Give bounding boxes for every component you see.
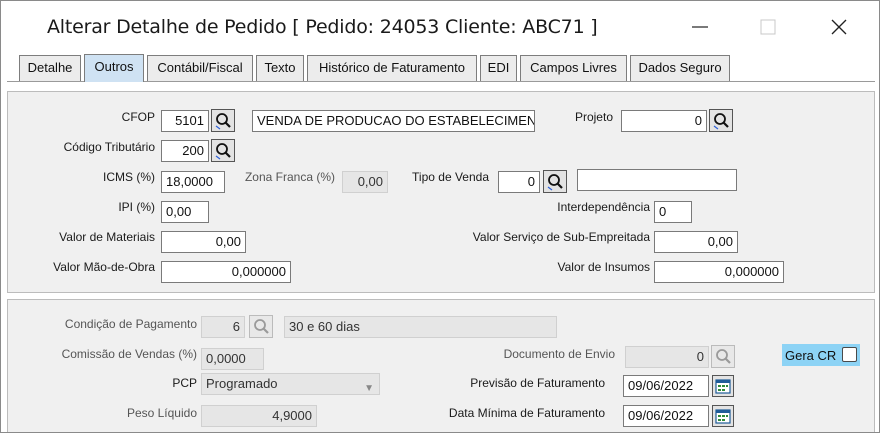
cfop-input[interactable]: 5101 [161,110,209,132]
cfop-description[interactable]: VENDA DE PRODUCAO DO ESTABELECIMENTO [252,110,535,132]
ipi-label: IPI (%) [118,200,155,214]
valor-materiais-label: Valor de Materiais [59,230,155,244]
valor-mao-obra-input[interactable]: 0,000000 [161,261,291,283]
documento-envio-search-button [711,345,735,368]
valor-insumos-label: Valor de Insumos [557,260,651,274]
data-minima-faturamento-label: Data Mínima de Faturamento [448,406,605,420]
codigo-tributario-label: Código Tributário [63,140,155,154]
search-icon [713,112,729,129]
tab-contabil-fiscal[interactable]: Contábil/Fiscal [147,55,253,81]
tab-historico-faturamento[interactable]: Histórico de Faturamento [307,55,477,81]
interdependencia-label: Interdependência [557,200,650,214]
chevron-down-icon: ▼ [364,383,374,394]
gera-cr-label: Gera CR [785,347,837,363]
icms-input[interactable]: 18,0000 [161,171,225,193]
projeto-input[interactable]: 0 [621,110,707,132]
peso-liquido-input: 4,9000 [201,405,317,427]
condicao-pagamento-label: Condição de Pagamento [64,317,197,331]
data-minima-faturamento-calendar-button[interactable] [712,405,734,427]
search-icon [254,318,269,334]
maximize-icon [760,19,776,35]
documento-envio-input: 0 [625,346,709,368]
tab-dados-seguro[interactable]: Dados Seguro [630,55,730,81]
close-button[interactable] [816,9,862,45]
pcp-selected-value: Programado [206,376,278,391]
zona-franca-label: Zona Franca (%) [244,170,335,184]
previsao-faturamento-calendar-button[interactable] [712,375,734,397]
minimize-button[interactable] [677,9,723,45]
tab-detalhe[interactable]: Detalhe [19,55,81,81]
condicao-pagamento-search-button [249,315,273,338]
condicao-pagamento-input: 6 [201,316,245,338]
tipo-venda-search-button[interactable] [543,170,567,193]
tab-outros[interactable]: Outros [84,54,144,82]
projeto-label: Projeto [574,110,613,124]
tipo-venda-description[interactable] [577,169,737,191]
pcp-label: PCP [172,376,197,390]
cfop-search-button[interactable] [211,109,235,132]
maximize-button[interactable] [745,9,791,45]
valor-mao-obra-label: Valor Mão-de-Obra [53,260,155,274]
search-icon [547,173,563,190]
order-detail-window: Alterar Detalhe de Pedido [ Pedido: 2405… [0,0,880,433]
tab-texto[interactable]: Texto [256,55,304,81]
gera-cr-checkbox[interactable]: Gera CR [782,344,860,366]
tab-campos-livres[interactable]: Campos Livres [520,55,627,81]
valor-servico-label: Valor Serviço de Sub-Empreitada [472,230,650,244]
tab-edi[interactable]: EDI [480,55,517,81]
tab-bar: Detalhe Outros Contábil/Fiscal Texto His… [7,54,875,82]
tipo-venda-input[interactable]: 0 [498,171,540,193]
search-icon [716,348,731,364]
minimize-icon [692,26,708,28]
peso-liquido-label: Peso Líquido [126,406,197,420]
calendar-icon [715,409,731,424]
codigo-tributario-input[interactable]: 200 [161,140,209,162]
condicao-pagamento-description: 30 e 60 dias [284,316,557,338]
previsao-faturamento-label: Previsão de Faturamento [470,376,605,390]
comissao-vendas-input: 0,0000 [201,348,264,370]
zona-franca-input: 0,00 [342,171,388,193]
data-minima-faturamento-input[interactable]: 09/06/2022 [623,405,709,427]
projeto-search-button[interactable] [709,109,733,132]
previsao-faturamento-input[interactable]: 09/06/2022 [623,375,709,397]
calendar-icon [715,379,731,394]
window-title: Alterar Detalhe de Pedido [ Pedido: 2405… [47,16,598,38]
comissao-vendas-label: Comissão de Vendas (%) [61,347,197,361]
search-icon [215,142,231,159]
documento-envio-label: Documento de Envio [503,347,615,361]
codigo-tributario-search-button[interactable] [211,139,235,162]
interdependencia-input[interactable]: 0 [654,201,692,223]
ipi-input[interactable]: 0,00 [161,201,209,223]
gera-cr-checkbox-box[interactable] [842,347,857,362]
icms-label: ICMS (%) [103,170,155,184]
cfop-label: CFOP [121,110,155,124]
close-icon [831,19,847,35]
pcp-select: Programado ▼ [201,373,380,395]
valor-insumos-input[interactable]: 0,000000 [654,261,784,283]
tipo-venda-label: Tipo de Venda [412,170,489,184]
valor-servico-input[interactable]: 0,00 [654,231,738,253]
title-bar[interactable]: Alterar Detalhe de Pedido [ Pedido: 2405… [1,1,879,53]
valor-materiais-input[interactable]: 0,00 [161,231,246,253]
search-icon [215,112,231,129]
